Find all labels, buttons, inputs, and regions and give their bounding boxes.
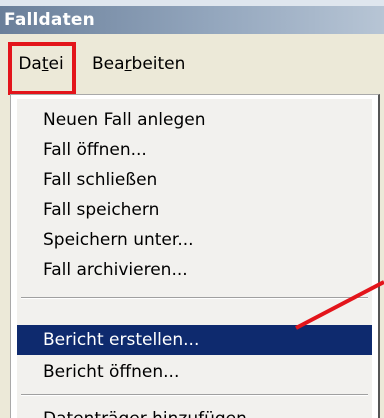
menu-item-label: Datenträger hinzufügen: [43, 409, 247, 418]
menu-separator: [21, 297, 368, 299]
menu-separator: [21, 394, 368, 396]
menu-item-label: Fall speichern: [43, 200, 160, 220]
menu-datei-accelerator: t: [41, 54, 49, 74]
menu-datei[interactable]: Datei: [10, 50, 72, 80]
menu-item-label: Fall öffnen...: [43, 140, 147, 160]
menu-item-label: Bericht erstellen...: [43, 330, 200, 350]
menu-datei-label-part: Da: [18, 54, 42, 74]
window-title: Falldaten: [4, 10, 95, 30]
menu-item-label: Fall archivieren...: [43, 260, 188, 280]
menu-item-speichern-unter[interactable]: Speichern unter...: [17, 225, 372, 255]
menu-bearbeiten-label-part: beiten: [131, 54, 186, 74]
menu-bar: Datei Bearbeiten: [0, 34, 384, 94]
menu-item-bericht-oeffnen[interactable]: Bericht öffnen...: [17, 357, 372, 387]
menu-item-label: Speichern unter...: [43, 230, 194, 250]
menu-item-fall-oeffnen[interactable]: Fall öffnen...: [17, 135, 372, 165]
title-bar: Falldaten: [0, 0, 384, 34]
menu-item-datentraeger-hinzufuegen[interactable]: Datenträger hinzufügen: [17, 404, 372, 418]
menu-bearbeiten[interactable]: Bearbeiten: [92, 50, 185, 80]
menu-item-neuen-fall-anlegen[interactable]: Neuen Fall anlegen: [17, 105, 372, 135]
menu-bearbeiten-accelerator: r: [124, 54, 132, 74]
dropdown-list: Neuen Fall anlegen Fall öffnen... Fall s…: [17, 99, 372, 418]
falldaten-window: Falldaten Datei Bearbeiten Neuen Fall an…: [0, 0, 384, 418]
menu-item-bericht-erstellen[interactable]: Bericht erstellen...: [17, 325, 372, 355]
menu-item-fall-speichern[interactable]: Fall speichern: [17, 195, 372, 225]
menu-item-fall-archivieren[interactable]: Fall archivieren...: [17, 255, 372, 285]
menu-item-label: Neuen Fall anlegen: [43, 110, 206, 130]
datei-dropdown-menu: Neuen Fall anlegen Fall öffnen... Fall s…: [10, 94, 380, 418]
menu-datei-label-part: ei: [48, 54, 64, 74]
menu-item-label: Fall schließen: [43, 170, 158, 190]
menu-item-label: Bericht öffnen...: [43, 362, 180, 382]
menu-bearbeiten-label-part: Bea: [92, 54, 125, 74]
menu-item-fall-schliessen[interactable]: Fall schließen: [17, 165, 372, 195]
